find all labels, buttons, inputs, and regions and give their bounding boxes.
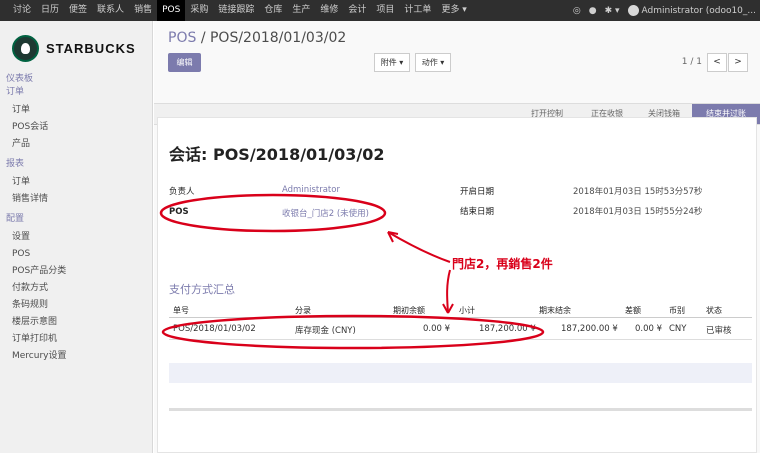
avatar xyxy=(627,5,639,16)
sidebar-section-reports: 报表 xyxy=(6,159,25,169)
col-currency[interactable]: 币别 xyxy=(669,305,685,316)
menu-calendar[interactable]: 日历 xyxy=(36,0,64,21)
page-title: 会话: POS/2018/01/03/02 xyxy=(169,145,385,164)
col-difference[interactable]: 差额 xyxy=(625,305,641,316)
col-subtotal[interactable]: 小计 xyxy=(459,305,475,316)
bug-icon[interactable]: ✱ ▾ xyxy=(605,6,620,16)
clock-icon[interactable]: ◎ xyxy=(573,6,581,16)
menu-more[interactable]: 更多 ▾ xyxy=(436,0,471,21)
cell-journal: 库存现金 (CNY) xyxy=(295,326,356,336)
responsible-value[interactable]: Administrator xyxy=(282,185,340,195)
pos-value[interactable]: 收银台_门店2 (未使用) xyxy=(282,207,369,219)
menu-sales[interactable]: 销售 xyxy=(129,0,157,21)
user-menu[interactable]: Administrator (odoo10_... xyxy=(627,5,757,16)
sidebar-item-mercury-settings[interactable]: Mercury设置 xyxy=(0,348,153,365)
sidebar-item-products[interactable]: 产品 xyxy=(0,136,153,153)
col-ending-balance[interactable]: 期末结余 xyxy=(539,305,571,316)
pager-next-button[interactable]: > xyxy=(728,53,748,72)
table-row[interactable]: POS/2018/01/03/02 库存现金 (CNY) 0.00 ¥ 187,… xyxy=(169,318,752,340)
menu-notes[interactable]: 便签 xyxy=(64,0,92,21)
app-menu: 讨论 日历 便签 联系人 销售 POS 采购 链接跟踪 仓库 生产 维修 会计 … xyxy=(0,0,472,21)
edit-button[interactable]: 编辑 xyxy=(168,53,201,72)
menu-link-tracker[interactable]: 链接跟踪 xyxy=(213,0,259,21)
annotation-text: 門店2，再銷售2件 xyxy=(452,257,553,271)
sidebar-item-pos-sessions[interactable]: POS会话 xyxy=(0,119,153,136)
sidebar-item-pos-categories[interactable]: POS产品分类 xyxy=(0,263,153,280)
responsible-label: 负责人 xyxy=(169,187,195,197)
breadcrumb: POS / POS/2018/01/03/02 xyxy=(168,30,346,46)
breadcrumb-current: POS/2018/01/03/02 xyxy=(209,30,347,46)
close-date-label: 结束日期 xyxy=(460,207,495,217)
attachment-dropdown[interactable]: 附件 ▾ xyxy=(374,53,410,72)
menu-inventory[interactable]: 仓库 xyxy=(259,0,287,21)
user-name: Administrator (odoo10_... xyxy=(641,6,757,16)
sidebar-item-orders[interactable]: 订单 xyxy=(0,102,153,119)
top-menu-bar: 讨论 日历 便签 联系人 销售 POS 采购 链接跟踪 仓库 生产 维修 会计 … xyxy=(0,0,760,21)
sidebar-item-sales-details[interactable]: 销售详情 xyxy=(0,191,153,208)
menu-purchase[interactable]: 采购 xyxy=(185,0,213,21)
sidebar-nav: 仪表板 订单 订单 POS会话 产品 报表 订单 销售详情 配置 设置 POS … xyxy=(0,73,153,365)
col-journal[interactable]: 分录 xyxy=(295,305,311,316)
sidebar-section-config: 配置 xyxy=(6,214,25,224)
breadcrumb-separator: / xyxy=(200,30,206,46)
table-empty-row xyxy=(169,363,752,383)
sidebar-item-settings[interactable]: 设置 xyxy=(0,229,153,246)
col-status[interactable]: 状态 xyxy=(706,305,722,316)
pager-previous-button[interactable]: < xyxy=(707,53,727,72)
sidebar-item-payment-methods[interactable]: 付款方式 xyxy=(0,280,153,297)
starbucks-logo-icon xyxy=(12,35,39,62)
table-footer-line xyxy=(169,408,752,411)
sidebar-item-order-printers[interactable]: 订单打印机 xyxy=(0,331,153,348)
menu-manufacturing[interactable]: 生产 xyxy=(287,0,315,21)
cell-starting-balance: 0.00 ¥ xyxy=(423,324,451,334)
chat-icon[interactable]: ● xyxy=(589,6,597,16)
menu-project[interactable]: 项目 xyxy=(371,0,399,21)
sidebar-item-pos[interactable]: POS xyxy=(0,246,153,263)
menu-accounting[interactable]: 会计 xyxy=(343,0,371,21)
menu-discuss[interactable]: 讨论 xyxy=(8,0,36,21)
brand-name: STARBUCKS xyxy=(46,41,136,56)
close-date-value: 2018年01月03日 15时55分24秒 xyxy=(573,207,703,217)
open-date-label: 开启日期 xyxy=(460,187,495,197)
col-reference[interactable]: 单号 xyxy=(173,305,189,316)
sidebar-section-dashboard[interactable]: 仪表板 xyxy=(0,73,153,86)
cell-currency: CNY xyxy=(669,324,687,334)
cell-status: 已审核 xyxy=(706,326,732,336)
sidebar-item-barcode-rules[interactable]: 条码规则 xyxy=(0,297,153,314)
pager-value: 1 / 1 xyxy=(681,57,702,67)
menu-repairs[interactable]: 维修 xyxy=(315,0,343,21)
cell-difference: 0.00 ¥ xyxy=(635,324,663,334)
sidebar-item-report-orders[interactable]: 订单 xyxy=(0,174,153,191)
cell-subtotal: 187,200.00 ¥ xyxy=(479,324,536,334)
menu-contacts[interactable]: 联系人 xyxy=(92,0,129,21)
payments-table-header: 单号 分录 期初余额 小计 期末结余 差额 币别 状态 xyxy=(169,304,752,318)
menu-pos[interactable]: POS xyxy=(157,0,186,21)
payments-table: 单号 分录 期初余额 小计 期末结余 差额 币别 状态 POS/2018/01/… xyxy=(169,304,752,340)
sidebar-section-orders: 订单 xyxy=(6,87,25,97)
company-logo: STARBUCKS xyxy=(12,35,136,62)
payments-section-title: 支付方式汇总 xyxy=(169,283,235,296)
cell-reference: POS/2018/01/03/02 xyxy=(173,324,256,334)
col-starting-balance[interactable]: 期初余额 xyxy=(393,305,425,316)
form-sheet: 会话: POS/2018/01/03/02 负责人 Administrator … xyxy=(157,117,757,453)
sidebar-item-floor-plans[interactable]: 楼层示意图 xyxy=(0,314,153,331)
sidebar: STARBUCKS 仪表板 订单 订单 POS会话 产品 报表 订单 销售详情 … xyxy=(0,21,153,453)
breadcrumb-root[interactable]: POS xyxy=(168,30,196,46)
topbar-right: ◎ ● ✱ ▾ Administrator (odoo10_... xyxy=(573,0,756,21)
action-dropdown[interactable]: 动作 ▾ xyxy=(415,53,451,72)
pos-label: POS xyxy=(169,207,189,217)
main-content: POS / POS/2018/01/03/02 编辑 附件 ▾ 动作 ▾ 1 /… xyxy=(154,21,760,453)
cell-ending-balance: 187,200.00 ¥ xyxy=(561,324,618,334)
menu-timesheets[interactable]: 计工单 xyxy=(399,0,436,21)
open-date-value: 2018年01月03日 15时53分57秒 xyxy=(573,187,703,197)
